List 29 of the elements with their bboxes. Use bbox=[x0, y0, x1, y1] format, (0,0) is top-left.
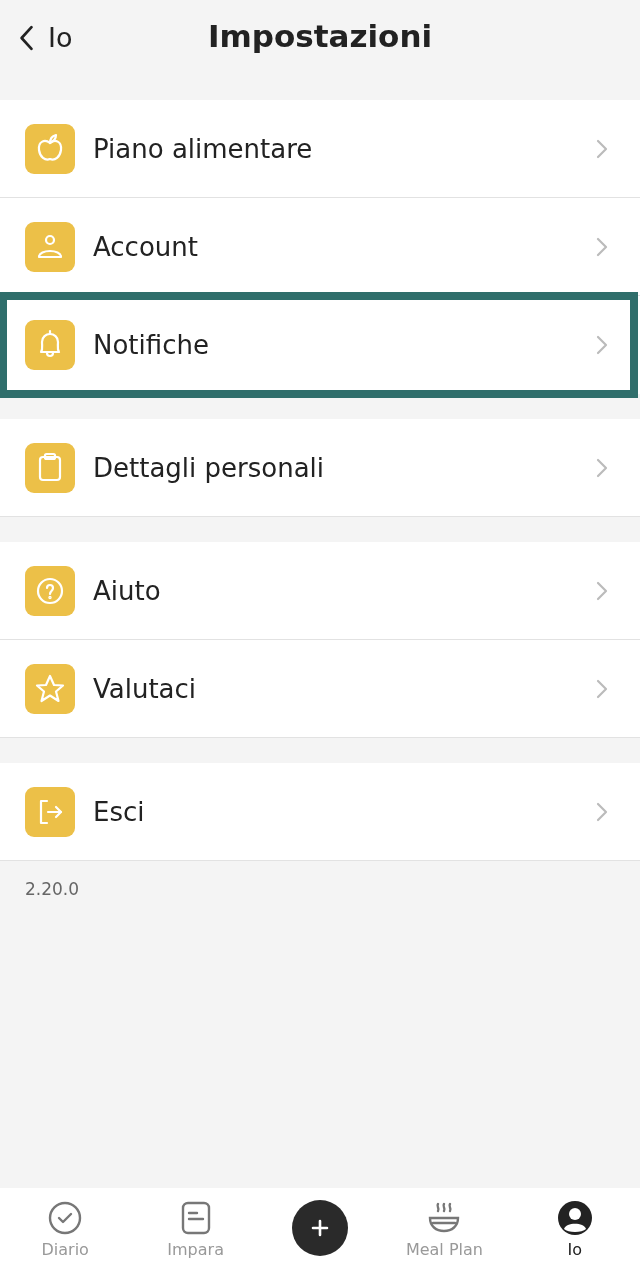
back-button[interactable]: Io bbox=[18, 22, 73, 53]
row-label: Notifiche bbox=[93, 329, 210, 360]
row-label: Account bbox=[93, 231, 199, 262]
add-button[interactable] bbox=[292, 1200, 348, 1256]
plus-icon bbox=[310, 1218, 330, 1238]
version-text: 2.20.0 bbox=[24, 878, 81, 901]
tab-bar-item[interactable]: Io bbox=[509, 1188, 640, 1280]
back-icon bbox=[18, 23, 36, 52]
row-label: Dettagli personali bbox=[93, 452, 326, 483]
row-label: Valutaci bbox=[93, 673, 198, 704]
apple-icon bbox=[25, 123, 75, 174]
row-label: Esci bbox=[93, 796, 146, 827]
exit-icon bbox=[25, 786, 75, 837]
chevron-icon bbox=[596, 138, 608, 159]
profile-icon bbox=[556, 1200, 593, 1236]
person-icon bbox=[25, 221, 75, 272]
screen-title: Impostazioni bbox=[207, 18, 433, 54]
check-circle-icon bbox=[47, 1200, 84, 1236]
chevron-icon bbox=[596, 580, 608, 601]
chevron-icon bbox=[596, 457, 608, 478]
chevron-icon bbox=[596, 801, 608, 822]
help-icon bbox=[25, 565, 75, 616]
chevron-icon bbox=[596, 678, 608, 699]
bell-icon bbox=[25, 319, 75, 370]
clipboard-icon bbox=[25, 442, 75, 493]
row-label: Piano alimentare bbox=[93, 133, 314, 164]
chevron-icon bbox=[596, 236, 608, 257]
row-label: Aiuto bbox=[93, 575, 162, 606]
chevron-icon bbox=[596, 334, 608, 355]
